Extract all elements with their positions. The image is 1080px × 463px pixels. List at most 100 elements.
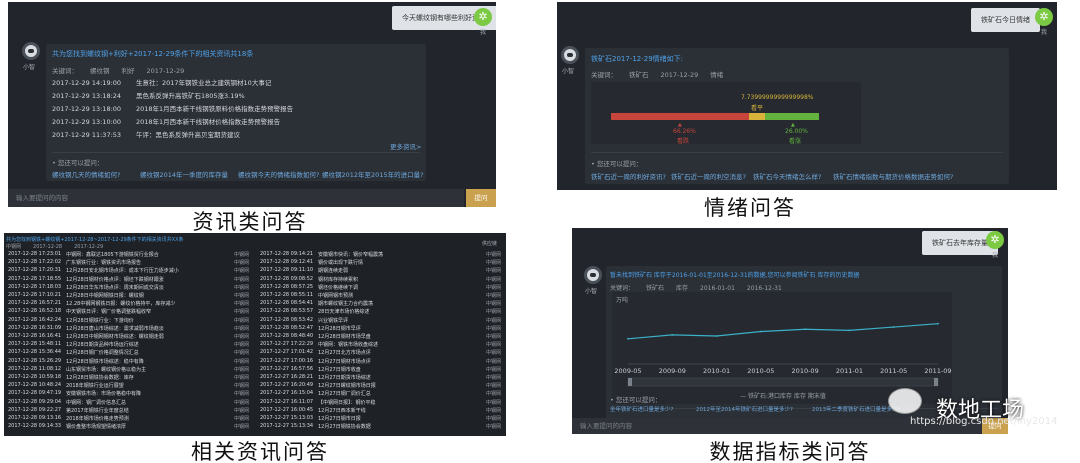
- news-item[interactable]: 2017-12-29 13:10:00 2018年1月西本新干线钢材价格指数走势预…: [52, 116, 280, 126]
- table-row[interactable]: 2017-12-28 17:10:21 12月28日中钢网钢铁日报：螺纹钢 中钢网: [4, 292, 254, 300]
- row-time: 2017-12-28 08:48:40: [260, 333, 314, 339]
- table-row[interactable]: 2017-12-27 16:20:49 12月27日螺纹钢市场日报 中钢网: [256, 382, 506, 390]
- table-row[interactable]: 2017-12-28 10:48:24 2018年钢铁行业运行展望 中钢网: [4, 382, 254, 390]
- inventory-line-chart[interactable]: 万吨 2009-05 2009-09 2010-01 2010-05 2010-09 201…: [612, 292, 952, 404]
- table-row[interactable]: 2017-12-28 16:52:18 中天钢铁日评：钢厂价格调整跌幅收窄 中钢网: [4, 308, 254, 316]
- table-row[interactable]: 2017-12-28 08:55:11 中钢网钢市预测 中钢网: [256, 292, 506, 300]
- question-input[interactable]: 输入要提问的内容: [8, 189, 464, 207]
- table-row[interactable]: 2017-12-28 08:53:42 兴业钢铁早评 中钢网: [256, 317, 506, 325]
- table-row[interactable]: 2017-12-28 09:22:27 第2017年钢铁行业年度总结 中钢网: [4, 407, 254, 415]
- table-row[interactable]: 2017-12-28 08:54:41 期市螺纹钢主力合约震荡 中钢网: [256, 300, 506, 308]
- table-row[interactable]: 2017-12-27 16:28:21 12月27日期货市场综述 中钢网: [256, 374, 506, 382]
- table-row[interactable]: 2017-12-28 16:42:24 12月28日钢铁行业：下游询价 中钢网: [4, 317, 254, 325]
- meta-keyword: 库存: [676, 285, 689, 292]
- table-row[interactable]: 2017-12-28 08:53:57 28日天津市场价格综述 中钢网: [256, 308, 506, 316]
- table-row[interactable]: 2017-12-28 17:18:03 12月28日华东市场点评：周末期间成交清淡…: [4, 284, 254, 292]
- row-time: 2017-12-27 16:15:04: [260, 390, 314, 397]
- row-time: 2017-12-28 16:31:09: [8, 324, 62, 331]
- table-row[interactable]: 2017-12-28 09:14:33 钢价盘整市场观望情绪浓厚 中钢网: [4, 423, 254, 431]
- table-row[interactable]: 2017-12-28 09:11:10 期钢连续走弱 中钢网: [256, 267, 506, 275]
- table-row[interactable]: 2017-12-28 08:52:47 12月28日钢市早评 中钢网: [256, 325, 506, 333]
- table-row[interactable]: 2017-12-28 09:13:16 2018年钢市场价格走势预测 中钢网: [4, 415, 254, 423]
- suggested-question[interactable]: 铁矿石今天情绪怎么样?: [753, 171, 821, 181]
- x-tick-label: 2010-01: [703, 367, 730, 375]
- row-headline: 兴业钢铁早评: [318, 317, 349, 324]
- bull-label: 看涨: [789, 138, 802, 145]
- range-slider-handle-left[interactable]: [628, 378, 632, 386]
- suggested-question[interactable]: 铁矿石情绪指数与期货价格数据走势如何?: [833, 171, 953, 181]
- bull-segment: [764, 113, 819, 120]
- table-row[interactable]: 2017-12-28 09:08:52 钢材库存持续累积 中钢网: [256, 276, 506, 284]
- table-row[interactable]: 2017-12-28 16:57:21 12.28中钢网钢铁日报：螺纹价格持平，库…: [4, 300, 254, 308]
- suggested-question[interactable]: 螺纹钢今天的情绪指数如何?: [238, 169, 319, 179]
- row-headline: 12月27日钢铁协会数据: [318, 424, 371, 431]
- table-row[interactable]: 2017-12-28 09:47:19 安徽钢铁市场：市场价格稳中有降 中钢网: [4, 390, 254, 398]
- row-headline: 中钢网：钢厂调价信息汇总: [66, 399, 127, 406]
- news-item[interactable]: 2017-12-29 14:19:00 生意社：2017年钢铁业总之建筑钢材10大…: [52, 77, 271, 87]
- row-time: 2017-12-28 09:14:21: [260, 251, 314, 257]
- row-headline: 12月27日西本新干线: [318, 407, 366, 414]
- user-avatar-icon: ✲: [986, 231, 1004, 249]
- row-headline: 【中钢网日报】：钢价平稳: [318, 399, 376, 406]
- suggested-question[interactable]: 铁矿石近一周的利空消息?: [671, 171, 746, 181]
- table-row[interactable]: 2017-12-28 15:26:29 12月28日钢铁市场综述：稳中有降 中钢网: [4, 358, 254, 366]
- table-row[interactable]: 2017-12-28 09:12:41 钢价或出现下跌行情 中钢网: [256, 259, 506, 267]
- table-row[interactable]: 2017-12-28 10:59:18 12月28日钢铁协会数据：库存 中钢网: [4, 374, 254, 382]
- row-time: 2017-12-27 17:01:42: [260, 349, 314, 356]
- suggested-question[interactable]: 铁矿石近一周的利好资讯?: [591, 171, 666, 181]
- row-headline: 12月28日唐山市场综述：需求减弱市场趋淡: [66, 325, 164, 332]
- table-row[interactable]: 2017-12-28 15:48:11 12月28日期货品种市场运行综述 中钢网: [4, 341, 254, 349]
- table-row[interactable]: 2017-12-27 16:00:45 12月27日西本新干线 中钢网: [256, 407, 506, 415]
- row-headline: 12月27日期货市场综述: [318, 375, 371, 381]
- suggested-question[interactable]: 螺纹钢2014年一季度的库存量: [140, 169, 228, 179]
- table-row[interactable]: 2017-12-28 17:23:01 中钢网：鑫联达1805下游钢铁贸行业报合 中…: [4, 251, 254, 259]
- table-row[interactable]: 2017-12-28 11:08:12 山东钢贸市场：螺纹钢价格以稳为主 中钢网: [4, 366, 254, 374]
- table-row[interactable]: 2017-12-27 16:15:04 12月27日钢厂调价汇总 中钢网: [256, 390, 506, 398]
- row-source: 中钢网: [486, 350, 502, 357]
- table-row[interactable]: 2017-12-27 15:13:03 12月27日钢市日报 中钢网: [256, 415, 506, 423]
- table-row[interactable]: 2017-12-28 17:22:02 广东钢铁行业：钢铁资讯市场报告 中钢网: [4, 259, 254, 267]
- neutral-value: 7.7399999999999998%: [741, 94, 814, 101]
- related-left-list: 2017-12-28 17:23:01 中钢网：鑫联达1805下游钢铁贸行业报合中…: [4, 251, 254, 433]
- row-headline: 12月27日钢市收盘: [318, 366, 361, 373]
- send-button[interactable]: 提问: [466, 189, 496, 207]
- table-row[interactable]: 2017-12-27 17:01:42 12月27日北方市场点评 中钢网: [256, 349, 506, 357]
- table-row[interactable]: 2017-12-27 17:22:29 中钢网：钢铁市场收盘综述 中钢网: [256, 341, 506, 349]
- meta-keyword: 2017-12-29: [660, 71, 699, 79]
- suggested-question[interactable]: 2013年二季度铁矿石进口量是多少?: [812, 405, 900, 413]
- bear-label: 看跌: [677, 138, 690, 145]
- table-row[interactable]: 2017-12-28 09:14:21 安徽钢市快讯：钢价窄幅震荡 中钢网: [256, 251, 506, 259]
- suggested-question[interactable]: 螺纹钢几天的情绪如何?: [52, 169, 120, 179]
- table-row[interactable]: 2017-12-28 16:31:09 12月28日唐山市场综述：需求减弱市场趋淡…: [4, 325, 254, 333]
- suggested-question[interactable]: 螺纹钢2012年至2015年的进口量?: [322, 169, 424, 179]
- table-row[interactable]: 2017-12-28 08:48:40 12月28日钢材市场早盘 中钢网: [256, 333, 506, 341]
- table-row[interactable]: 2017-12-28 16:16:41 12月28日中钢网钢材市场综述：螺纹钢走弱…: [4, 333, 254, 341]
- table-row[interactable]: 2017-12-28 09:29:04 中钢网：钢厂调价信息汇总 中钢网: [4, 399, 254, 407]
- suggested-question[interactable]: 2012年至2014年铁矿石进口量是多少?: [696, 405, 793, 413]
- news-item[interactable]: 2017-12-29 13:18:00 2018年1月西本新干线钢铁原料价格指数走…: [52, 103, 293, 113]
- row-time: 2017-12-27 17:22:29: [260, 341, 314, 348]
- row-time: 2017-12-28 10:59:18: [8, 374, 62, 380]
- table-row[interactable]: 2017-12-28 17:20:31 12月28日安北钢市场点评：成本下行压力逐…: [4, 267, 254, 275]
- answer-title: 共为您找到螺纹钢+利好+2017-12-29条件下的相关资讯共18条: [52, 50, 254, 58]
- range-slider-handle-right[interactable]: [934, 378, 938, 386]
- table-row[interactable]: 2017-12-27 16:11:07 【中钢网日报】：钢价平稳 中钢网: [256, 399, 506, 407]
- answer-meta: 中钢网 2017-12-28 2017-12-29: [6, 243, 115, 250]
- table-row[interactable]: 2017-12-27 16:57:56 12月27日钢市收盘 中钢网: [256, 366, 506, 374]
- news-item[interactable]: 2017-12-29 11:37:53 午评：黑色系反弹升高贝宝期货建议: [52, 129, 240, 139]
- table-row[interactable]: 2017-12-28 15:36:44 12月28日钢厂价格调整情况汇总 中钢网: [4, 349, 254, 357]
- row-time: 2017-12-28 10:48:24: [8, 382, 62, 389]
- news-item[interactable]: 2017-12-29 13:18:24 黑色系反弹升高铁矿石1805涨3.19%: [52, 90, 245, 100]
- row-time: 2017-12-28 15:26:29: [8, 357, 62, 364]
- row-source: 中钢网: [486, 383, 502, 390]
- table-row[interactable]: 2017-12-28 17:18:55 12月28日钢材价格点评：钢坯下跌钢材跟涨…: [4, 276, 254, 284]
- bot-avatar-icon: [561, 46, 579, 64]
- table-row[interactable]: 2017-12-27 17:00:16 12月27日钢材市场点评 中钢网: [256, 358, 506, 366]
- table-row[interactable]: 2017-12-27 15:13:34 12月27日钢铁协会数据 中钢网: [256, 423, 506, 431]
- more-news-link[interactable]: 更多资讯>: [390, 141, 421, 151]
- table-row[interactable]: 2017-12-28 08:57:25 钢坯价格继续下调 中钢网: [256, 284, 506, 292]
- suggested-question[interactable]: 全年铁矿石进口量是多少?: [610, 405, 673, 413]
- row-source: 中钢网: [486, 334, 502, 340]
- news-qa-panel: 今天螺纹钢有哪些利好资讯? ✲ 我 小智 共为您找到螺纹钢+利好+2017-12…: [8, 2, 496, 207]
- user-avatar-label: 我: [992, 252, 999, 259]
